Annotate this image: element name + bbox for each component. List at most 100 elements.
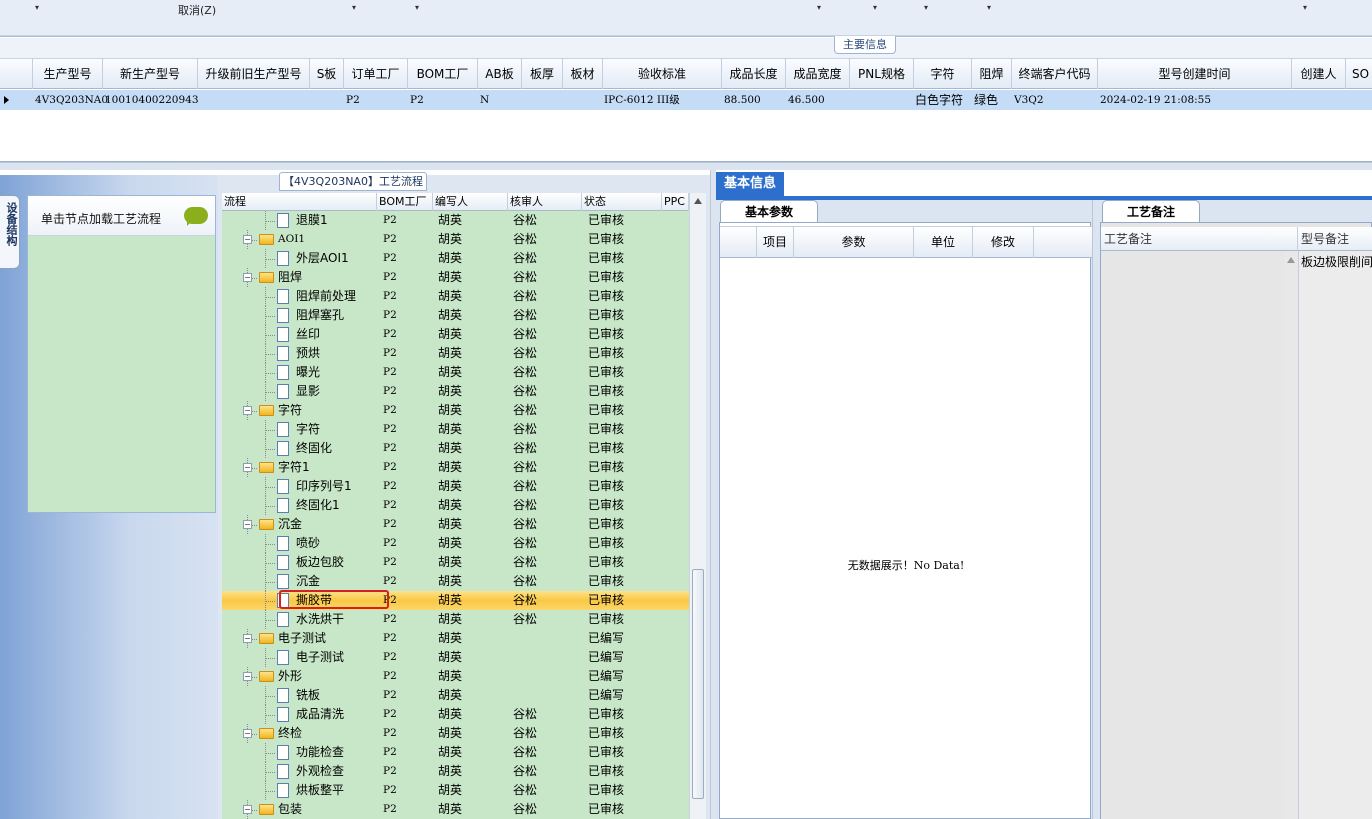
column-header[interactable]: 单位 bbox=[914, 227, 973, 258]
chat-bubble-icon[interactable] bbox=[184, 207, 208, 226]
tab-process-memo[interactable]: 工艺备注 bbox=[1102, 200, 1200, 222]
column-header[interactable]: 生产型号 bbox=[33, 59, 103, 89]
column-header[interactable]: PPC bbox=[662, 193, 689, 211]
column-header[interactable]: 订单工厂 bbox=[344, 59, 408, 89]
dropdown-arrow-icon[interactable]: ▾ bbox=[817, 3, 821, 12]
column-header[interactable]: 终端客户代码 bbox=[1012, 59, 1098, 89]
collapse-icon[interactable]: − bbox=[243, 235, 252, 244]
column-header[interactable]: 创建人 bbox=[1292, 59, 1346, 89]
memo-scrollbar[interactable] bbox=[1284, 251, 1298, 819]
step-bom: P2 bbox=[383, 328, 397, 340]
collapse-icon[interactable]: − bbox=[243, 672, 252, 681]
column-header[interactable]: 修改 bbox=[973, 227, 1034, 258]
step-writer: 胡英 bbox=[438, 688, 463, 702]
dropdown-arrow-icon[interactable]: ▾ bbox=[873, 3, 877, 12]
scroll-up-icon[interactable] bbox=[694, 198, 702, 204]
column-header[interactable]: PNL规格 bbox=[850, 59, 914, 89]
dropdown-arrow-icon[interactable]: ▾ bbox=[35, 3, 39, 12]
table-row[interactable]: 4V3Q203NA0 10010400220943 P2 P2 N IPC-60… bbox=[0, 90, 1372, 110]
column-header[interactable]: 成品宽度 bbox=[786, 59, 850, 89]
tree-group-row[interactable]: − 字符1 P2 胡英 谷松 已审核 bbox=[222, 458, 689, 477]
column-header[interactable]: 工艺备注 bbox=[1101, 227, 1298, 251]
column-header[interactable]: 编写人 bbox=[433, 193, 508, 211]
tree-step-row[interactable]: 退膜1 P2 胡英 谷松 已审核 bbox=[222, 211, 689, 230]
collapse-icon[interactable]: − bbox=[243, 729, 252, 738]
horizontal-splitter[interactable] bbox=[0, 162, 1372, 170]
tree-step-row[interactable]: 喷砂 P2 胡英 谷松 已审核 bbox=[222, 534, 689, 553]
step-name: 退膜1 bbox=[296, 213, 328, 227]
collapse-icon[interactable]: − bbox=[243, 634, 252, 643]
tree-step-row[interactable]: 烘板整平 P2 胡英 谷松 已审核 bbox=[222, 781, 689, 800]
tab-basic-info[interactable]: 基本信息 bbox=[716, 172, 784, 196]
dropdown-arrow-icon[interactable]: ▾ bbox=[1303, 3, 1307, 12]
tree-step-row[interactable]: 阻焊塞孔 P2 胡英 谷松 已审核 bbox=[222, 306, 689, 325]
column-header[interactable]: 型号备注 bbox=[1298, 227, 1372, 251]
tree-step-row[interactable]: 电子测试 P2 胡英 已编写 bbox=[222, 648, 689, 667]
tree-step-row[interactable]: 外观检查 P2 胡英 谷松 已审核 bbox=[222, 762, 689, 781]
step-writer: 胡英 bbox=[438, 745, 463, 759]
column-header[interactable]: 状态 bbox=[582, 193, 662, 211]
tree-group-row[interactable]: − AOI1 P2 胡英 谷松 已审核 bbox=[222, 230, 689, 249]
column-header[interactable]: 新生产型号 bbox=[103, 59, 198, 89]
column-header[interactable]: 成品长度 bbox=[722, 59, 786, 89]
tree-step-row[interactable]: 字符 P2 胡英 谷松 已审核 bbox=[222, 420, 689, 439]
column-header[interactable]: 验收标准 bbox=[603, 59, 722, 89]
tree-group-row[interactable]: − 字符 P2 胡英 谷松 已审核 bbox=[222, 401, 689, 420]
tree-step-row[interactable]: 终固化1 P2 胡英 谷松 已审核 bbox=[222, 496, 689, 515]
collapse-icon[interactable]: − bbox=[243, 463, 252, 472]
step-writer: 胡英 bbox=[438, 441, 463, 455]
tree-group-row[interactable]: − 包装 P2 胡英 谷松 已审核 bbox=[222, 800, 689, 819]
tree-step-row[interactable]: 阻焊前处理 P2 胡英 谷松 已审核 bbox=[222, 287, 689, 306]
tree-step-row[interactable]: 终固化 P2 胡英 谷松 已审核 bbox=[222, 439, 689, 458]
collapse-icon[interactable]: − bbox=[243, 273, 252, 282]
column-header[interactable]: 板材 bbox=[563, 59, 603, 89]
column-header[interactable]: SO bbox=[1346, 59, 1372, 89]
column-header[interactable]: 流程 bbox=[222, 193, 377, 211]
column-header[interactable]: 核审人 bbox=[508, 193, 582, 211]
tree-group-row[interactable]: − 沉金 P2 胡英 谷松 已审核 bbox=[222, 515, 689, 534]
column-header[interactable]: BOM工厂 bbox=[377, 193, 433, 211]
step-bom: P2 bbox=[383, 442, 397, 454]
column-header[interactable]: 阻焊 bbox=[972, 59, 1012, 89]
column-header[interactable]: 参数 bbox=[794, 227, 914, 258]
collapse-icon[interactable]: − bbox=[243, 805, 252, 814]
dropdown-arrow-icon[interactable]: ▾ bbox=[415, 3, 419, 12]
tree-step-row[interactable]: 铣板 P2 胡英 已编写 bbox=[222, 686, 689, 705]
tree-step-row[interactable]: 功能检查 P2 胡英 谷松 已审核 bbox=[222, 743, 689, 762]
tree-group-row[interactable]: − 终检 P2 胡英 谷松 已审核 bbox=[222, 724, 689, 743]
column-header[interactable]: 升级前旧生产型号 bbox=[198, 59, 310, 89]
dropdown-arrow-icon[interactable]: ▾ bbox=[352, 3, 356, 12]
tree-group-row[interactable]: − 电子测试 P2 胡英 已编写 bbox=[222, 629, 689, 648]
tree-step-row[interactable]: 成品清洗 P2 胡英 谷松 已审核 bbox=[222, 705, 689, 724]
column-header[interactable]: 项目 bbox=[757, 227, 794, 258]
cancel-button[interactable]: 取消(Z) bbox=[178, 2, 216, 18]
tree-step-row[interactable]: 显影 P2 胡英 谷松 已审核 bbox=[222, 382, 689, 401]
tree-step-row[interactable]: 沉金 P2 胡英 谷松 已审核 bbox=[222, 572, 689, 591]
tree-step-row[interactable]: 曝光 P2 胡英 谷松 已审核 bbox=[222, 363, 689, 382]
tree-step-row[interactable]: 板边包胶 P2 胡英 谷松 已审核 bbox=[222, 553, 689, 572]
tree-step-row[interactable]: 预烘 P2 胡英 谷松 已审核 bbox=[222, 344, 689, 363]
model-memo-text[interactable] bbox=[1298, 251, 1372, 819]
column-header[interactable]: 板厚 bbox=[522, 59, 563, 89]
tree-step-row[interactable]: 印序列号1 P2 胡英 谷松 已审核 bbox=[222, 477, 689, 496]
tree-group-row[interactable]: − 阻焊 P2 胡英 谷松 已审核 bbox=[222, 268, 689, 287]
vertical-scrollbar[interactable] bbox=[689, 193, 706, 819]
tree-step-row[interactable]: 水洗烘干 P2 胡英 谷松 已审核 bbox=[222, 610, 689, 629]
tree-step-row[interactable]: 外层AOI1 P2 胡英 谷松 已审核 bbox=[222, 249, 689, 268]
tree-group-row[interactable]: − 外形 P2 胡英 已编写 bbox=[222, 667, 689, 686]
tree-step-row[interactable]: 丝印 P2 胡英 谷松 已审核 bbox=[222, 325, 689, 344]
column-header[interactable]: S板 bbox=[310, 59, 344, 89]
tab-device-structure[interactable]: 设备结构 bbox=[0, 195, 20, 269]
process-memo-text[interactable] bbox=[1101, 251, 1298, 819]
dropdown-arrow-icon[interactable]: ▾ bbox=[987, 3, 991, 12]
tab-basic-params[interactable]: 基本参数 bbox=[720, 200, 818, 222]
column-header[interactable]: BOM工厂 bbox=[408, 59, 478, 89]
dropdown-arrow-icon[interactable]: ▾ bbox=[924, 3, 928, 12]
collapse-icon[interactable]: − bbox=[243, 520, 252, 529]
column-header[interactable]: 字符 bbox=[914, 59, 972, 89]
collapse-icon[interactable]: − bbox=[243, 406, 252, 415]
column-header[interactable]: AB板 bbox=[478, 59, 522, 89]
scroll-up-icon[interactable] bbox=[1287, 257, 1295, 263]
scroll-thumb[interactable] bbox=[692, 569, 704, 799]
column-header[interactable]: 型号创建时间 bbox=[1098, 59, 1292, 89]
